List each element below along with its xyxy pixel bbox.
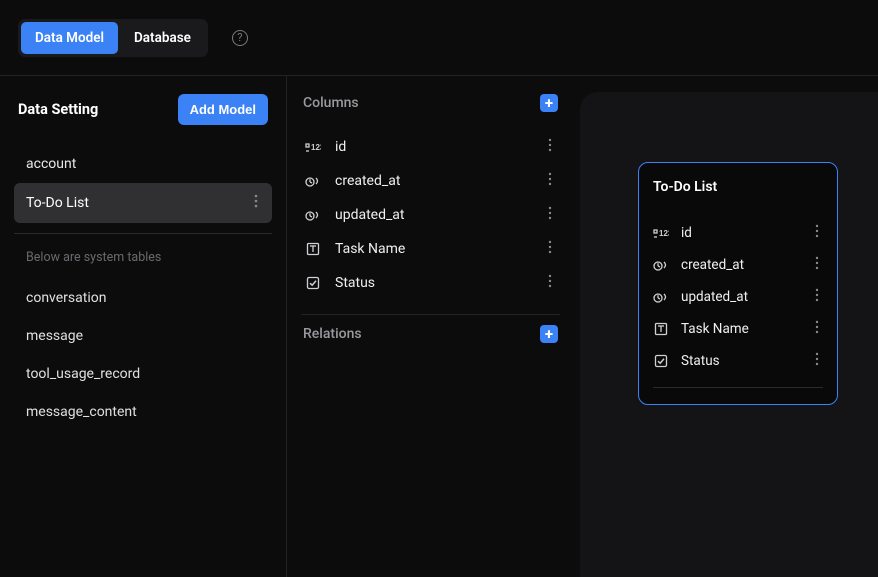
node-column-row[interactable]: 123 id — [653, 217, 823, 249]
add-relation-button[interactable]: + — [540, 325, 558, 343]
divider — [14, 233, 272, 234]
model-item-message-content[interactable]: message_content — [14, 393, 272, 431]
sidebar: Data Setting Add Model account To-Do Lis… — [0, 76, 286, 577]
node-column-list: 123 id created_at updated_at Task Name S… — [653, 217, 823, 377]
column-row[interactable]: created_at — [301, 164, 560, 198]
column-menu-icon[interactable] — [544, 138, 556, 156]
node-column-row[interactable]: created_at — [653, 249, 823, 281]
column-name: updated_at — [335, 207, 530, 223]
sidebar-title: Data Setting — [18, 101, 98, 118]
column-menu-icon[interactable] — [811, 352, 823, 370]
pk-icon: 123 — [653, 225, 669, 241]
column-menu-icon[interactable] — [811, 288, 823, 306]
tab-database[interactable]: Database — [120, 22, 205, 54]
model-item-menu-icon[interactable] — [252, 194, 260, 212]
model-item-label: message — [26, 328, 83, 344]
top-bar: Data Model Database ? — [0, 0, 878, 76]
svg-text:123: 123 — [659, 229, 669, 238]
column-name: Status — [335, 275, 530, 291]
column-name: Task Name — [681, 321, 799, 337]
pk-icon: 123 — [305, 139, 321, 155]
columns-header: Columns — [303, 95, 359, 111]
column-name: updated_at — [681, 289, 799, 305]
system-tables-note: Below are system tables — [14, 242, 272, 279]
node-column-row[interactable]: Status — [653, 345, 823, 377]
user-model-list: account To-Do List — [14, 145, 272, 223]
column-menu-icon[interactable] — [811, 224, 823, 242]
tab-data-model[interactable]: Data Model — [21, 22, 118, 54]
model-item-tool-usage-record[interactable]: tool_usage_record — [14, 355, 272, 393]
column-name: Status — [681, 353, 799, 369]
column-name: id — [335, 139, 530, 155]
model-item-message[interactable]: message — [14, 317, 272, 355]
model-item-label: message_content — [26, 404, 137, 420]
node-column-row[interactable]: Task Name — [653, 313, 823, 345]
model-node-to-do-list[interactable]: To-Do List 123 id created_at updated_at … — [638, 162, 838, 405]
column-row[interactable]: Task Name — [301, 232, 560, 266]
canvas: To-Do List 123 id created_at updated_at … — [570, 76, 878, 577]
node-column-row[interactable]: updated_at — [653, 281, 823, 313]
text-icon — [653, 321, 669, 337]
time-icon — [305, 207, 321, 223]
column-name: created_at — [681, 257, 799, 273]
text-icon — [305, 241, 321, 257]
column-menu-icon[interactable] — [811, 320, 823, 338]
model-item-label: To-Do List — [26, 195, 89, 211]
column-menu-icon[interactable] — [544, 206, 556, 224]
checkbox-icon — [653, 353, 669, 369]
checkbox-icon — [305, 275, 321, 291]
column-menu-icon[interactable] — [544, 240, 556, 258]
time-icon — [305, 173, 321, 189]
column-row[interactable]: 123 id — [301, 130, 560, 164]
divider — [301, 314, 560, 315]
model-item-label: tool_usage_record — [26, 366, 140, 382]
column-menu-icon[interactable] — [544, 172, 556, 190]
model-item-label: account — [26, 156, 76, 172]
model-item-account[interactable]: account — [14, 145, 272, 183]
model-item-conversation[interactable]: conversation — [14, 279, 272, 317]
column-row[interactable]: Status — [301, 266, 560, 300]
columns-panel: Columns + 123 id created_at updated_at T… — [286, 76, 570, 577]
system-model-list: conversation message tool_usage_record m… — [14, 279, 272, 431]
model-item-to-do-list[interactable]: To-Do List — [14, 183, 272, 223]
column-name: id — [681, 225, 799, 241]
add-column-button[interactable]: + — [540, 94, 558, 112]
column-row[interactable]: updated_at — [301, 198, 560, 232]
svg-text:123: 123 — [311, 143, 321, 152]
column-menu-icon[interactable] — [811, 256, 823, 274]
relations-header: Relations — [303, 326, 362, 342]
tab-group: Data Model Database — [18, 19, 208, 57]
column-name: created_at — [335, 173, 530, 189]
column-menu-icon[interactable] — [544, 274, 556, 292]
help-icon[interactable]: ? — [232, 30, 248, 46]
divider — [653, 387, 823, 388]
column-list: 123 id created_at updated_at Task Name S… — [301, 130, 560, 300]
time-icon — [653, 289, 669, 305]
time-icon — [653, 257, 669, 273]
node-title: To-Do List — [653, 179, 823, 195]
model-item-label: conversation — [26, 290, 106, 306]
canvas-surface[interactable]: To-Do List 123 id created_at updated_at … — [580, 92, 878, 577]
column-name: Task Name — [335, 241, 530, 257]
add-model-button[interactable]: Add Model — [178, 94, 268, 125]
